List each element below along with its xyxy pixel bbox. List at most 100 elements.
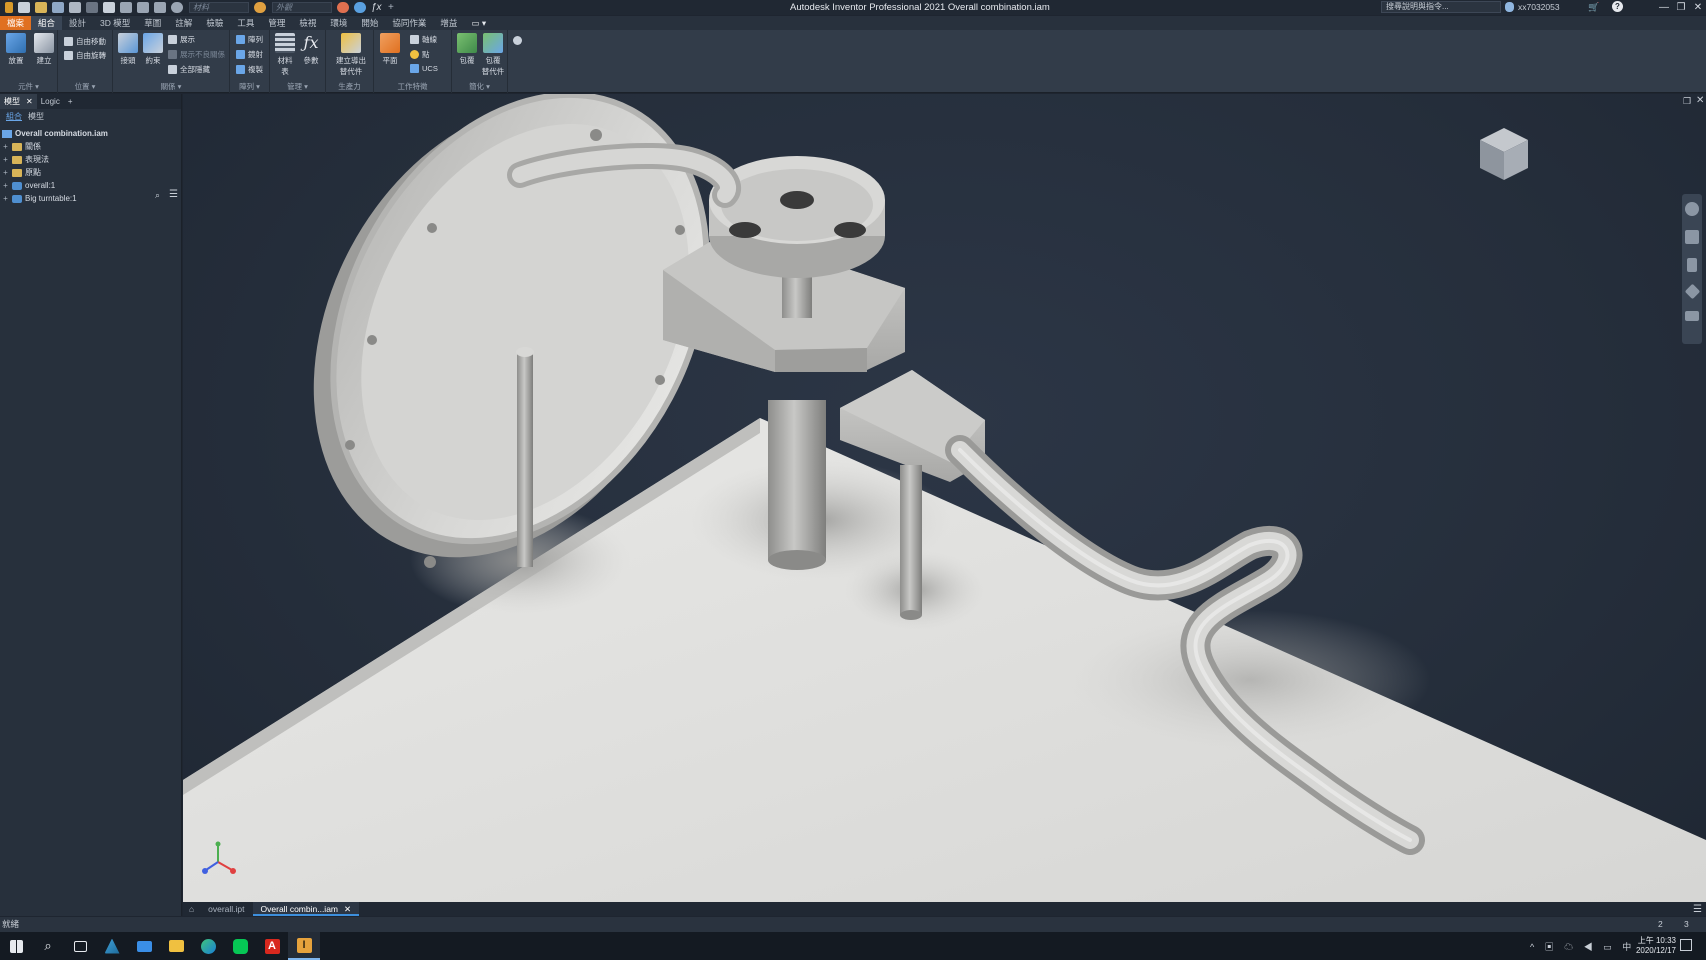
search-button[interactable]: ⌕ bbox=[32, 932, 64, 960]
pan-hand-icon[interactable] bbox=[1685, 230, 1699, 244]
look-at-icon[interactable] bbox=[1685, 311, 1699, 321]
tab-addins[interactable]: 增益 bbox=[433, 16, 464, 30]
line-button[interactable] bbox=[224, 932, 256, 960]
autodesk-app-button[interactable] bbox=[96, 932, 128, 960]
steering-wheel-icon[interactable] bbox=[1685, 202, 1699, 216]
pattern-button[interactable]: 陣列 bbox=[236, 34, 263, 45]
shrinkwrap-button[interactable]: 包覆 bbox=[455, 33, 479, 66]
close-icon[interactable]: ✕ bbox=[26, 97, 33, 106]
undo-icon[interactable] bbox=[69, 2, 81, 13]
manage-group-label[interactable]: 管理 ▾ bbox=[270, 81, 325, 92]
tab-annotate[interactable]: 註解 bbox=[168, 16, 199, 30]
user-account[interactable]: xx7032053 bbox=[1518, 2, 1560, 12]
tab-view[interactable]: 檢視 bbox=[292, 16, 323, 30]
tab-environments[interactable]: 環境 bbox=[323, 16, 354, 30]
assembly-view-link[interactable]: 組合 bbox=[6, 111, 22, 122]
joint-button[interactable]: 接頭 bbox=[116, 33, 140, 66]
maximize-viewport-icon[interactable]: ❐ bbox=[1683, 96, 1691, 107]
add-icon[interactable]: + bbox=[388, 2, 400, 13]
search-icon[interactable]: ⌕ bbox=[155, 190, 160, 201]
tab-inspect[interactable]: 檢驗 bbox=[199, 16, 230, 30]
home-icon[interactable]: ⌂ bbox=[183, 902, 200, 916]
tab-get-started[interactable]: 開始 bbox=[354, 16, 385, 30]
modeling-view-link[interactable]: 模型 bbox=[28, 111, 44, 122]
tree-item-overall[interactable]: + overall:1 bbox=[0, 179, 181, 192]
browser-tab-logic[interactable]: Logic bbox=[37, 94, 64, 109]
appearance-sphere-icon[interactable] bbox=[254, 2, 266, 13]
cart-icon[interactable]: 🛒 bbox=[1588, 2, 1599, 13]
acrobat-button[interactable]: A bbox=[256, 932, 288, 960]
expand-icon[interactable]: + bbox=[2, 194, 9, 203]
tab-menu-icon[interactable]: ☰ bbox=[1693, 904, 1702, 915]
close-icon[interactable]: ✕ bbox=[344, 904, 351, 914]
tab-file[interactable]: 檔案 bbox=[0, 16, 32, 30]
browser-tab-model[interactable]: 模型 ✕ bbox=[0, 94, 37, 109]
inventor-taskbar-button[interactable]: I bbox=[288, 932, 320, 960]
orbit-icon[interactable] bbox=[1684, 283, 1700, 300]
tree-item-relationships[interactable]: + 關係 bbox=[0, 140, 181, 153]
component-group-label[interactable]: 元件 ▾ bbox=[0, 81, 57, 92]
copy-button[interactable]: 複製 bbox=[236, 64, 263, 75]
parameters-button[interactable]: ƒx 參數 bbox=[299, 33, 323, 66]
axis-button[interactable]: 軸線 bbox=[410, 34, 437, 45]
simplification-group-label[interactable]: 簡化 ▾ bbox=[452, 81, 507, 92]
central-column[interactable] bbox=[768, 400, 826, 560]
expand-icon[interactable]: + bbox=[2, 142, 9, 151]
doc-tab-overall-ipt[interactable]: overall.ipt bbox=[200, 902, 252, 916]
bom-button[interactable]: 材料 表 bbox=[273, 33, 297, 77]
graphics-viewport[interactable]: ❐ ✕ bbox=[183, 94, 1706, 902]
close-button[interactable]: ✕ bbox=[1688, 0, 1706, 15]
close-doc-icon[interactable] bbox=[171, 2, 183, 13]
tab-collaborate[interactable]: 協同作業 bbox=[385, 16, 433, 30]
help-search-input[interactable]: 搜尋說明與指令... bbox=[1381, 1, 1501, 13]
fx-parameters-icon[interactable]: ƒx bbox=[371, 2, 383, 13]
appearance-dropdown[interactable]: 外觀 bbox=[272, 2, 332, 13]
ribbon-display-toggle-icon[interactable]: ▭ ▾ bbox=[464, 16, 493, 30]
tab-design[interactable]: 設計 bbox=[62, 16, 93, 30]
zoom-icon[interactable] bbox=[1687, 258, 1697, 272]
menu-icon[interactable]: ☰ bbox=[169, 189, 178, 200]
tab-tools[interactable]: 工具 bbox=[230, 16, 261, 30]
show-button[interactable]: 展示 bbox=[168, 34, 195, 45]
doc-tab-overall-combination[interactable]: Overall combin...iam ✕ bbox=[252, 902, 360, 916]
home-icon[interactable] bbox=[103, 2, 115, 13]
clear-appearance-icon[interactable] bbox=[354, 2, 366, 13]
derived-substitute-button[interactable]: 建立導出 替代件 bbox=[336, 33, 366, 77]
shrinkwrap-substitute-button[interactable]: 包覆 替代件 bbox=[481, 33, 505, 77]
help-icon[interactable]: ? bbox=[1612, 1, 1623, 12]
show-sick-button[interactable]: 展示不良關係 bbox=[168, 49, 225, 60]
tab-sketch[interactable]: 草圖 bbox=[137, 16, 168, 30]
tree-item-big-turntable[interactable]: + Big turntable:1 bbox=[0, 192, 181, 205]
mirror-button[interactable]: 鏡射 bbox=[236, 49, 263, 60]
expand-icon[interactable]: + bbox=[2, 155, 9, 164]
point-button[interactable]: 點 bbox=[410, 49, 430, 60]
tab-manage[interactable]: 管理 bbox=[261, 16, 292, 30]
tree-root[interactable]: Overall combination.iam bbox=[0, 127, 181, 140]
file-explorer-button[interactable] bbox=[160, 932, 192, 960]
mail-button[interactable] bbox=[128, 932, 160, 960]
expand-icon[interactable]: + bbox=[2, 168, 9, 177]
ucs-button[interactable]: UCS bbox=[410, 64, 438, 73]
support-post-right[interactable] bbox=[900, 465, 922, 615]
notification-icon[interactable] bbox=[1680, 939, 1692, 951]
free-move-button[interactable]: 自由移動 bbox=[64, 36, 106, 47]
close-viewport-icon[interactable]: ✕ bbox=[1696, 95, 1704, 106]
place-button[interactable]: 放置 bbox=[4, 33, 28, 66]
measure-icon[interactable] bbox=[154, 2, 166, 13]
tab-assemble[interactable]: 組合 bbox=[31, 16, 63, 30]
save-icon[interactable] bbox=[52, 2, 64, 13]
new-file-icon[interactable] bbox=[18, 2, 30, 13]
open-folder-icon[interactable] bbox=[35, 2, 47, 13]
pattern-group-label[interactable]: 陣列 ▾ bbox=[230, 81, 269, 92]
clock[interactable]: 上午 10:33 2020/12/17 bbox=[1636, 936, 1676, 956]
system-tray-icons[interactable]: ^ ▣ ☁ ◀ ▭ 中 bbox=[1530, 940, 1635, 953]
start-button[interactable] bbox=[0, 932, 32, 960]
model-render[interactable] bbox=[183, 94, 1706, 902]
support-post-left[interactable] bbox=[517, 352, 533, 567]
free-rotate-button[interactable]: 自由旋轉 bbox=[64, 50, 106, 61]
tab-3d-model[interactable]: 3D 模型 bbox=[93, 16, 137, 30]
create-button[interactable]: 建立 bbox=[32, 33, 56, 66]
add-tab-icon[interactable]: + bbox=[64, 94, 77, 109]
task-view-button[interactable] bbox=[64, 932, 96, 960]
viewcube[interactable] bbox=[1478, 126, 1530, 182]
